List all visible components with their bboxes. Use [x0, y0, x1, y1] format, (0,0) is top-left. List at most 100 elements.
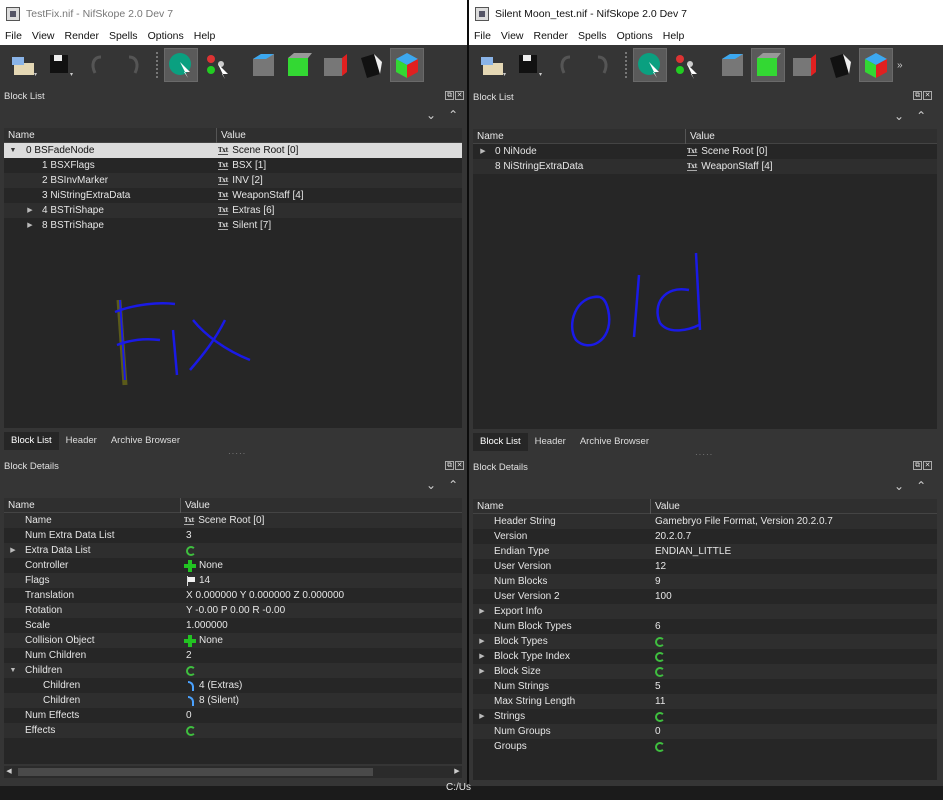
detail-row[interactable]: ▶ Strings — [473, 709, 937, 724]
view-side-button[interactable] — [787, 48, 821, 82]
menu-view[interactable]: View — [496, 30, 529, 42]
toolbar-overflow-icon[interactable]: » — [897, 60, 903, 71]
column-header-name[interactable]: Name — [473, 499, 650, 514]
detail-row[interactable]: Num Effects 0 — [4, 708, 462, 723]
detail-row[interactable]: ▶ Block Size — [473, 664, 937, 679]
close-icon[interactable]: ✕ — [923, 461, 932, 470]
splitter-handle[interactable]: ····· — [228, 449, 246, 458]
tree-row[interactable]: ▶ 0 NiNode Txt Scene Root [0] — [473, 144, 937, 159]
chevron-up-icon[interactable]: ⌃ — [448, 478, 458, 492]
tree-row[interactable]: ▶ 8 BSTriShape Txt Silent [7] — [4, 218, 462, 233]
chevron-down-icon[interactable]: ⌄ — [894, 109, 904, 123]
scroll-left-icon[interactable]: ◀ — [4, 766, 14, 778]
close-icon[interactable]: ✕ — [923, 91, 932, 100]
tree-row[interactable]: 1 BSXFlags Txt BSX [1] — [4, 158, 462, 173]
detail-row[interactable]: User Version 12 — [473, 559, 937, 574]
undo-button[interactable] — [80, 48, 114, 82]
expand-arrow-icon[interactable]: ▶ — [478, 649, 486, 664]
detail-row[interactable]: Version 20.2.0.7 — [473, 529, 937, 544]
menu-file[interactable]: File — [0, 30, 27, 42]
tab-archive-browser[interactable]: Archive Browser — [573, 433, 656, 451]
save-button[interactable] — [513, 48, 547, 82]
tab-header[interactable]: Header — [528, 433, 573, 451]
detail-row[interactable]: Name Txt Scene Root [0] — [4, 513, 462, 528]
chevron-down-icon[interactable]: ⌄ — [426, 478, 436, 492]
menu-options[interactable]: Options — [612, 30, 658, 42]
open-button[interactable] — [8, 48, 42, 82]
detail-row[interactable]: Num Extra Data List 3 — [4, 528, 462, 543]
redo-button[interactable] — [116, 48, 150, 82]
collapse-arrow-icon[interactable]: ▼ — [9, 143, 17, 158]
detail-row[interactable]: ▶ Block Type Index — [473, 649, 937, 664]
menu-help[interactable]: Help — [658, 30, 690, 42]
detail-row[interactable]: Num Blocks 9 — [473, 574, 937, 589]
menu-spells[interactable]: Spells — [104, 30, 143, 42]
menu-file[interactable]: File — [469, 30, 496, 42]
select-object-button[interactable] — [633, 48, 667, 82]
detail-row[interactable]: Collision Object None — [4, 633, 462, 648]
detail-row[interactable]: Children 4 (Extras) — [4, 678, 462, 693]
splitter-handle[interactable]: ····· — [695, 450, 713, 459]
block-details-tree[interactable]: Name Value Name Txt Scene Root [0] Num Ext… — [4, 497, 462, 764]
tab-block-list[interactable]: Block List — [473, 433, 528, 451]
expand-arrow-icon[interactable]: ▶ — [9, 543, 17, 558]
view-user-button[interactable] — [354, 48, 388, 82]
detail-row[interactable]: ▶ Extra Data List — [4, 543, 462, 558]
detail-row[interactable]: Num Block Types 6 — [473, 619, 937, 634]
select-object-button[interactable] — [164, 48, 198, 82]
column-header-value[interactable]: Value — [685, 128, 715, 144]
column-header-name[interactable]: Name — [4, 498, 180, 513]
chevron-up-icon[interactable]: ⌃ — [916, 109, 926, 123]
column-header-value[interactable]: Value — [180, 497, 210, 513]
tab-header[interactable]: Header — [59, 432, 104, 450]
view-perspective-button[interactable] — [390, 48, 424, 82]
collapse-arrow-icon[interactable]: ▼ — [9, 663, 17, 678]
close-icon[interactable]: ✕ — [455, 461, 464, 470]
column-header-name[interactable]: Name — [4, 128, 216, 143]
scrollbar-thumb[interactable] — [18, 768, 373, 776]
redo-button[interactable] — [585, 48, 619, 82]
tab-archive-browser[interactable]: Archive Browser — [104, 432, 187, 450]
chevron-up-icon[interactable]: ⌃ — [448, 108, 458, 122]
view-perspective-button[interactable] — [859, 48, 893, 82]
view-top-button[interactable] — [246, 48, 280, 82]
detail-row[interactable]: ▶ Export Info — [473, 604, 937, 619]
column-header-value[interactable]: Value — [650, 498, 680, 514]
detail-row[interactable]: User Version 2 100 — [473, 589, 937, 604]
save-button[interactable] — [44, 48, 78, 82]
tree-row[interactable]: 8 NiStringExtraData Txt WeaponStaff [4] — [473, 159, 937, 174]
menu-help[interactable]: Help — [189, 30, 221, 42]
chevron-down-icon[interactable]: ⌄ — [894, 479, 904, 493]
view-user-button[interactable] — [823, 48, 857, 82]
detail-row[interactable]: Header String Gamebryo File Format, Versi… — [473, 514, 937, 529]
detail-row[interactable]: Flags 14 — [4, 573, 462, 588]
expand-arrow-icon[interactable]: ▶ — [26, 203, 34, 218]
view-side-button[interactable] — [318, 48, 352, 82]
detail-row[interactable]: Effects — [4, 723, 462, 738]
toolbar-grip[interactable] — [156, 52, 162, 78]
block-details-tree[interactable]: Name Value Header String Gamebryo File Fo… — [473, 498, 937, 780]
chevron-up-icon[interactable]: ⌃ — [916, 479, 926, 493]
menu-options[interactable]: Options — [143, 30, 189, 42]
detail-row[interactable]: Groups — [473, 739, 937, 754]
select-vertex-button[interactable] — [669, 48, 703, 82]
column-header-name[interactable]: Name — [473, 129, 685, 144]
horizontal-scrollbar[interactable]: ◀ ▶ — [4, 766, 462, 778]
open-button[interactable] — [477, 48, 511, 82]
detail-row[interactable]: Num Strings 5 — [473, 679, 937, 694]
chevron-down-icon[interactable]: ⌄ — [426, 108, 436, 122]
tab-block-list[interactable]: Block List — [4, 432, 59, 450]
tree-row[interactable]: 3 NiStringExtraData Txt WeaponStaff [4] — [4, 188, 462, 203]
expand-arrow-icon[interactable]: ▶ — [478, 604, 486, 619]
close-icon[interactable]: ✕ — [455, 91, 464, 100]
detail-row[interactable]: Num Children 2 — [4, 648, 462, 663]
expand-arrow-icon[interactable]: ▶ — [479, 144, 487, 159]
detail-row[interactable]: Num Groups 0 — [473, 724, 937, 739]
column-header-value[interactable]: Value — [216, 127, 246, 143]
float-icon[interactable]: ⧉ — [913, 91, 922, 100]
view-front-button[interactable] — [751, 48, 785, 82]
expand-arrow-icon[interactable]: ▶ — [478, 634, 486, 649]
detail-row[interactable]: Max String Length 11 — [473, 694, 937, 709]
float-icon[interactable]: ⧉ — [913, 461, 922, 470]
menu-render[interactable]: Render — [60, 30, 104, 42]
